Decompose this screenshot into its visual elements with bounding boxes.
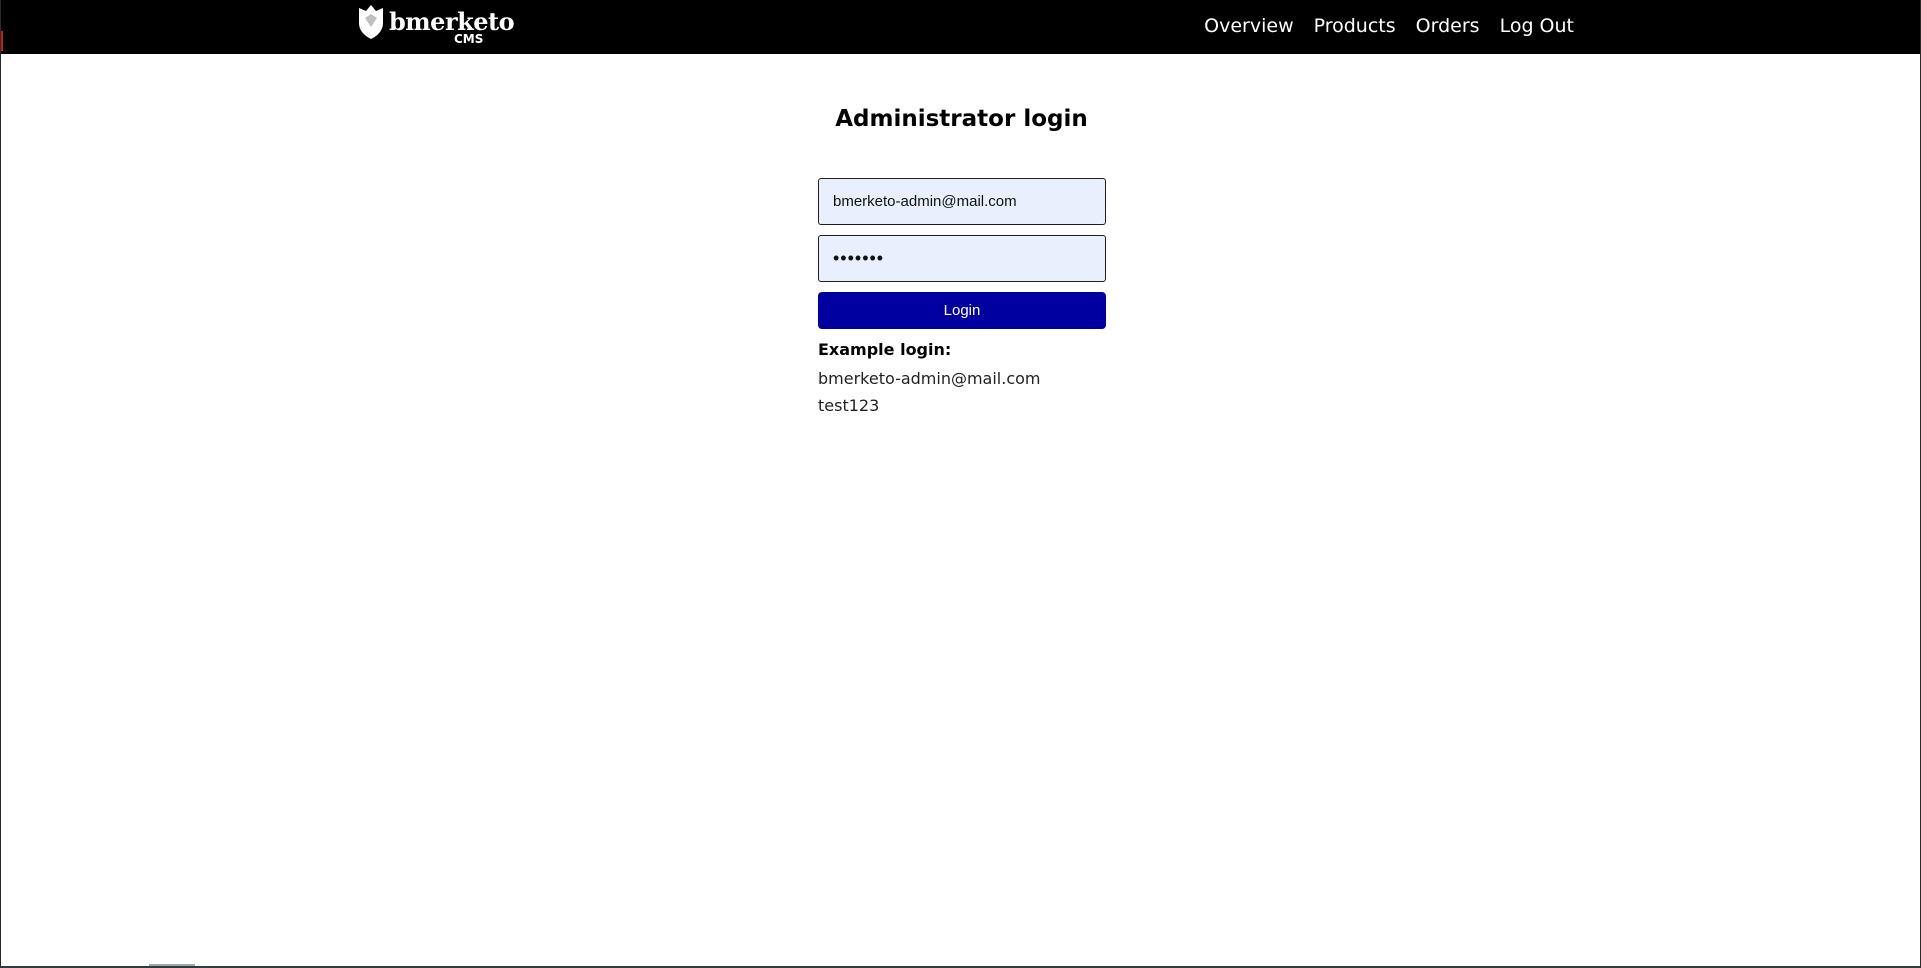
example-password: test123 xyxy=(818,396,880,415)
nav-products[interactable]: Products xyxy=(1314,15,1396,37)
example-email: bmerketo-admin@mail.com xyxy=(818,369,1041,388)
login-form: Login xyxy=(818,178,1106,329)
email-field[interactable] xyxy=(818,178,1106,225)
brand-text: bmerketo CMS xyxy=(389,5,515,46)
example-login-title: Example login: xyxy=(818,340,952,359)
example-login: Example login: bmerketo-admin@mail.com t… xyxy=(818,340,1218,415)
edge-marker xyxy=(1,31,3,51)
bottom-scroll-indicator xyxy=(149,964,195,966)
nav-overview[interactable]: Overview xyxy=(1204,15,1293,37)
page-frame: bmerketo CMS Overview Products Orders Lo… xyxy=(0,0,1921,968)
nav-orders[interactable]: Orders xyxy=(1416,15,1480,37)
shield-logo-icon xyxy=(359,5,383,39)
password-field[interactable] xyxy=(818,235,1106,282)
nav-log-out[interactable]: Log Out xyxy=(1500,15,1574,37)
brand-logo[interactable]: bmerketo CMS xyxy=(357,5,515,46)
brand-sub: CMS xyxy=(454,32,484,46)
page-title: Administrator login xyxy=(835,106,1088,132)
brand-name: bmerketo xyxy=(389,7,515,36)
top-navbar: bmerketo CMS Overview Products Orders Lo… xyxy=(1,0,1920,54)
main-nav: Overview Products Orders Log Out xyxy=(1204,15,1574,37)
login-button[interactable]: Login xyxy=(818,292,1106,329)
